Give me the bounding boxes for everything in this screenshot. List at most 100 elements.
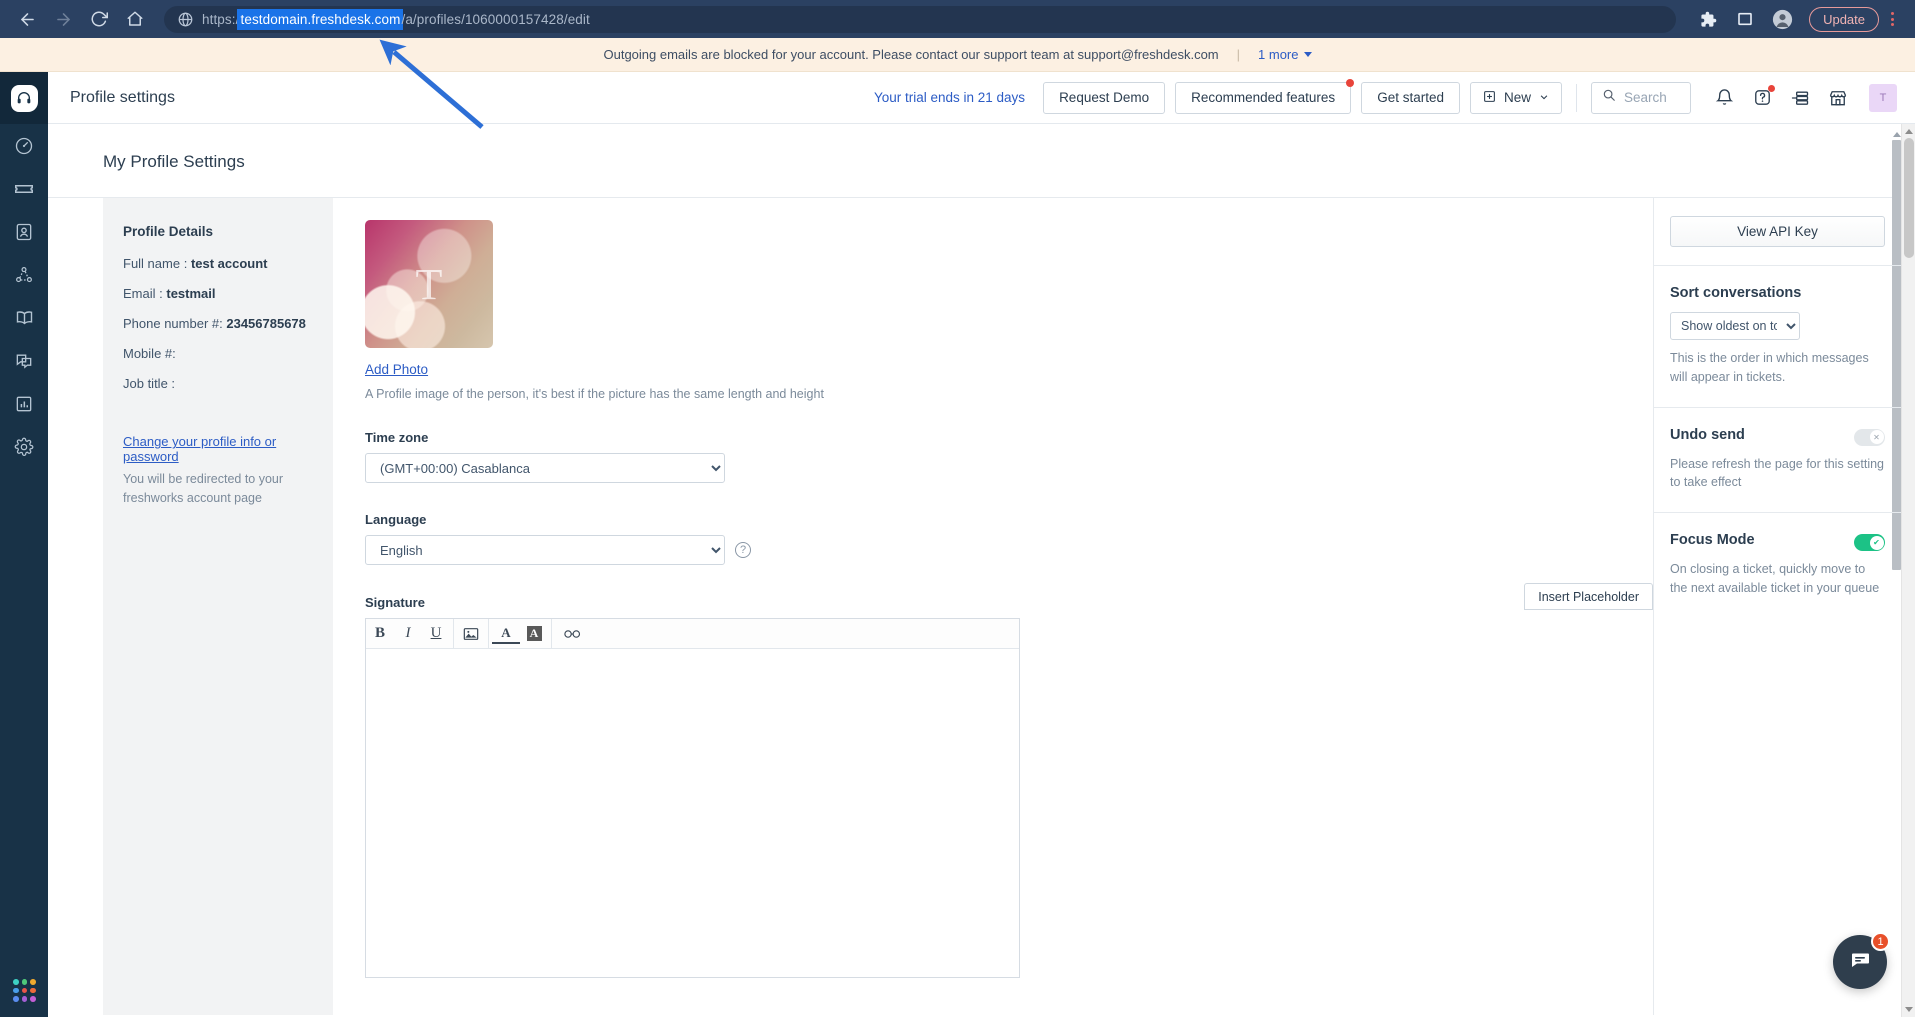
italic-icon[interactable]: I bbox=[394, 619, 422, 648]
url-highlighted-domain[interactable]: testdomain.freshdesk.com bbox=[239, 11, 401, 28]
timezone-label: Time zone bbox=[365, 430, 1653, 445]
page-scrollbar[interactable] bbox=[1901, 124, 1915, 1017]
globe-icon bbox=[178, 12, 193, 27]
scroll-up-arrow-icon[interactable] bbox=[1893, 132, 1901, 137]
detail-label: Full name : bbox=[123, 256, 187, 271]
alert-message: Outgoing emails are blocked for your acc… bbox=[604, 47, 1219, 62]
sidebar-item-admin[interactable] bbox=[0, 425, 48, 468]
signature-editor-toolbar: B I U A A bbox=[366, 619, 1019, 649]
signature-editor[interactable]: B I U A A bbox=[365, 618, 1020, 978]
help-notification-dot-icon bbox=[1768, 85, 1775, 92]
content-area: My Profile Settings Profile Details Full… bbox=[48, 124, 1915, 1017]
sort-conversations-title: Sort conversations bbox=[1670, 285, 1885, 301]
user-avatar-icon[interactable] bbox=[1767, 4, 1797, 34]
search-input[interactable]: Search bbox=[1591, 82, 1691, 114]
search-placeholder: Search bbox=[1624, 90, 1667, 105]
sidebar-item-analytics[interactable] bbox=[0, 382, 48, 425]
url-bar[interactable]: https:/ testdomain.freshdesk.com /a/prof… bbox=[164, 6, 1676, 33]
link-icon[interactable] bbox=[555, 619, 589, 648]
toggle-knob: ✕ bbox=[1870, 430, 1884, 444]
scroll-down-arrow-icon[interactable] bbox=[1905, 1007, 1913, 1012]
sidebar-item-contacts[interactable] bbox=[0, 210, 48, 253]
notification-dot-icon bbox=[1346, 79, 1354, 87]
new-button[interactable]: New bbox=[1470, 82, 1562, 114]
view-api-key-button[interactable]: View API Key bbox=[1670, 216, 1885, 247]
toolbar-divider bbox=[453, 619, 454, 648]
academy-stack-icon[interactable] bbox=[1783, 81, 1817, 115]
user-avatar[interactable]: T bbox=[1869, 84, 1897, 112]
insert-placeholder-button[interactable]: Insert Placeholder bbox=[1524, 583, 1653, 610]
get-started-button[interactable]: Get started bbox=[1361, 82, 1460, 114]
sidebar-item-tickets[interactable] bbox=[0, 167, 48, 210]
focus-mode-toggle[interactable]: ✔ bbox=[1854, 534, 1885, 551]
language-select[interactable]: English bbox=[365, 535, 725, 565]
change-profile-info-subtext: You will be redirected to your freshwork… bbox=[123, 470, 313, 506]
puzzle-piece-icon[interactable] bbox=[1693, 4, 1723, 34]
forward-arrow-icon[interactable] bbox=[48, 4, 78, 34]
add-photo-link[interactable]: Add Photo bbox=[365, 362, 428, 377]
sidebar-item-dashboard[interactable] bbox=[0, 124, 48, 167]
change-profile-info-link[interactable]: Change your profile info or password bbox=[123, 434, 313, 464]
highlight-swatch: A bbox=[527, 626, 542, 641]
sort-conversations-select[interactable]: Show oldest on top bbox=[1670, 312, 1800, 340]
reload-icon[interactable] bbox=[84, 4, 114, 34]
detail-label: Job title : bbox=[123, 376, 175, 391]
focus-mode-title: Focus Mode bbox=[1670, 532, 1755, 548]
chevron-down-icon bbox=[1539, 90, 1549, 105]
profile-photo[interactable]: T bbox=[365, 220, 493, 348]
bell-icon[interactable] bbox=[1707, 81, 1741, 115]
toolbar-divider bbox=[488, 619, 489, 648]
timezone-select[interactable]: (GMT+00:00) Casablanca bbox=[365, 453, 725, 483]
detail-row: Full name : test account bbox=[123, 256, 313, 273]
alert-more-button[interactable]: 1 more bbox=[1258, 47, 1311, 62]
marketplace-store-icon[interactable] bbox=[1821, 81, 1855, 115]
chat-unread-badge: 1 bbox=[1871, 932, 1890, 951]
recommended-features-label: Recommended features bbox=[1191, 90, 1335, 105]
signature-label: Signature bbox=[365, 595, 1653, 610]
account-settings-panel: View API Key Sort conversations Show old… bbox=[1653, 198, 1901, 1015]
sidebar-item-solutions[interactable] bbox=[0, 296, 48, 339]
request-demo-button[interactable]: Request Demo bbox=[1043, 82, 1165, 114]
toolbar-divider bbox=[551, 619, 552, 648]
side-panel-icon[interactable] bbox=[1730, 4, 1760, 34]
alert-more-label: 1 more bbox=[1258, 47, 1298, 62]
sidebar-item-social[interactable] bbox=[0, 253, 48, 296]
recommended-features-button[interactable]: Recommended features bbox=[1175, 82, 1351, 114]
settings-page-heading: My Profile Settings bbox=[48, 124, 1901, 172]
undo-send-toggle[interactable]: ✕ bbox=[1854, 429, 1885, 446]
profile-form-panel: T Add Photo A Profile image of the perso… bbox=[333, 198, 1653, 1015]
kebab-menu-icon[interactable] bbox=[1881, 4, 1903, 34]
chat-widget-button[interactable]: 1 bbox=[1833, 935, 1887, 989]
toggle-knob: ✔ bbox=[1870, 536, 1884, 550]
help-question-icon[interactable] bbox=[1745, 81, 1779, 115]
page-title: Profile settings bbox=[70, 89, 874, 107]
logo-badge bbox=[11, 85, 38, 112]
font-color-icon[interactable]: A bbox=[492, 623, 520, 644]
back-arrow-icon[interactable] bbox=[12, 4, 42, 34]
highlight-icon[interactable]: A bbox=[520, 619, 548, 648]
detail-label: Phone number #: bbox=[123, 316, 223, 331]
help-question-icon[interactable]: ? bbox=[735, 542, 751, 558]
signature-field-group: Signature Insert Placeholder B I U bbox=[365, 595, 1653, 978]
scroll-up-arrow-icon[interactable] bbox=[1905, 129, 1913, 134]
home-icon[interactable] bbox=[120, 4, 150, 34]
photo-hint-text: A Profile image of the person, it's best… bbox=[365, 387, 1653, 401]
language-field-group: Language English ? bbox=[365, 512, 1653, 565]
detail-row: Mobile #: bbox=[123, 346, 313, 363]
sidebar-item-forums[interactable] bbox=[0, 339, 48, 382]
plus-square-icon bbox=[1483, 90, 1496, 106]
url-prefix: https:/ bbox=[202, 12, 239, 27]
browser-toolbar: https:/ testdomain.freshdesk.com /a/prof… bbox=[0, 0, 1915, 38]
detail-row: Job title : bbox=[123, 376, 313, 393]
underline-icon[interactable]: U bbox=[422, 619, 450, 648]
page-scrollbar-thumb[interactable] bbox=[1904, 138, 1914, 258]
focus-mode-section: Focus Mode ✔ On closing a ticket, quickl… bbox=[1654, 512, 1901, 618]
bold-icon[interactable]: B bbox=[366, 619, 394, 648]
image-icon[interactable] bbox=[457, 619, 485, 648]
alert-divider: | bbox=[1237, 47, 1240, 62]
update-button[interactable]: Update bbox=[1809, 7, 1879, 32]
profile-photo-initial: T bbox=[365, 220, 493, 348]
header-divider bbox=[1576, 84, 1577, 112]
apps-grid-icon[interactable] bbox=[13, 979, 36, 1002]
freshdesk-headset-logo[interactable] bbox=[0, 72, 48, 124]
